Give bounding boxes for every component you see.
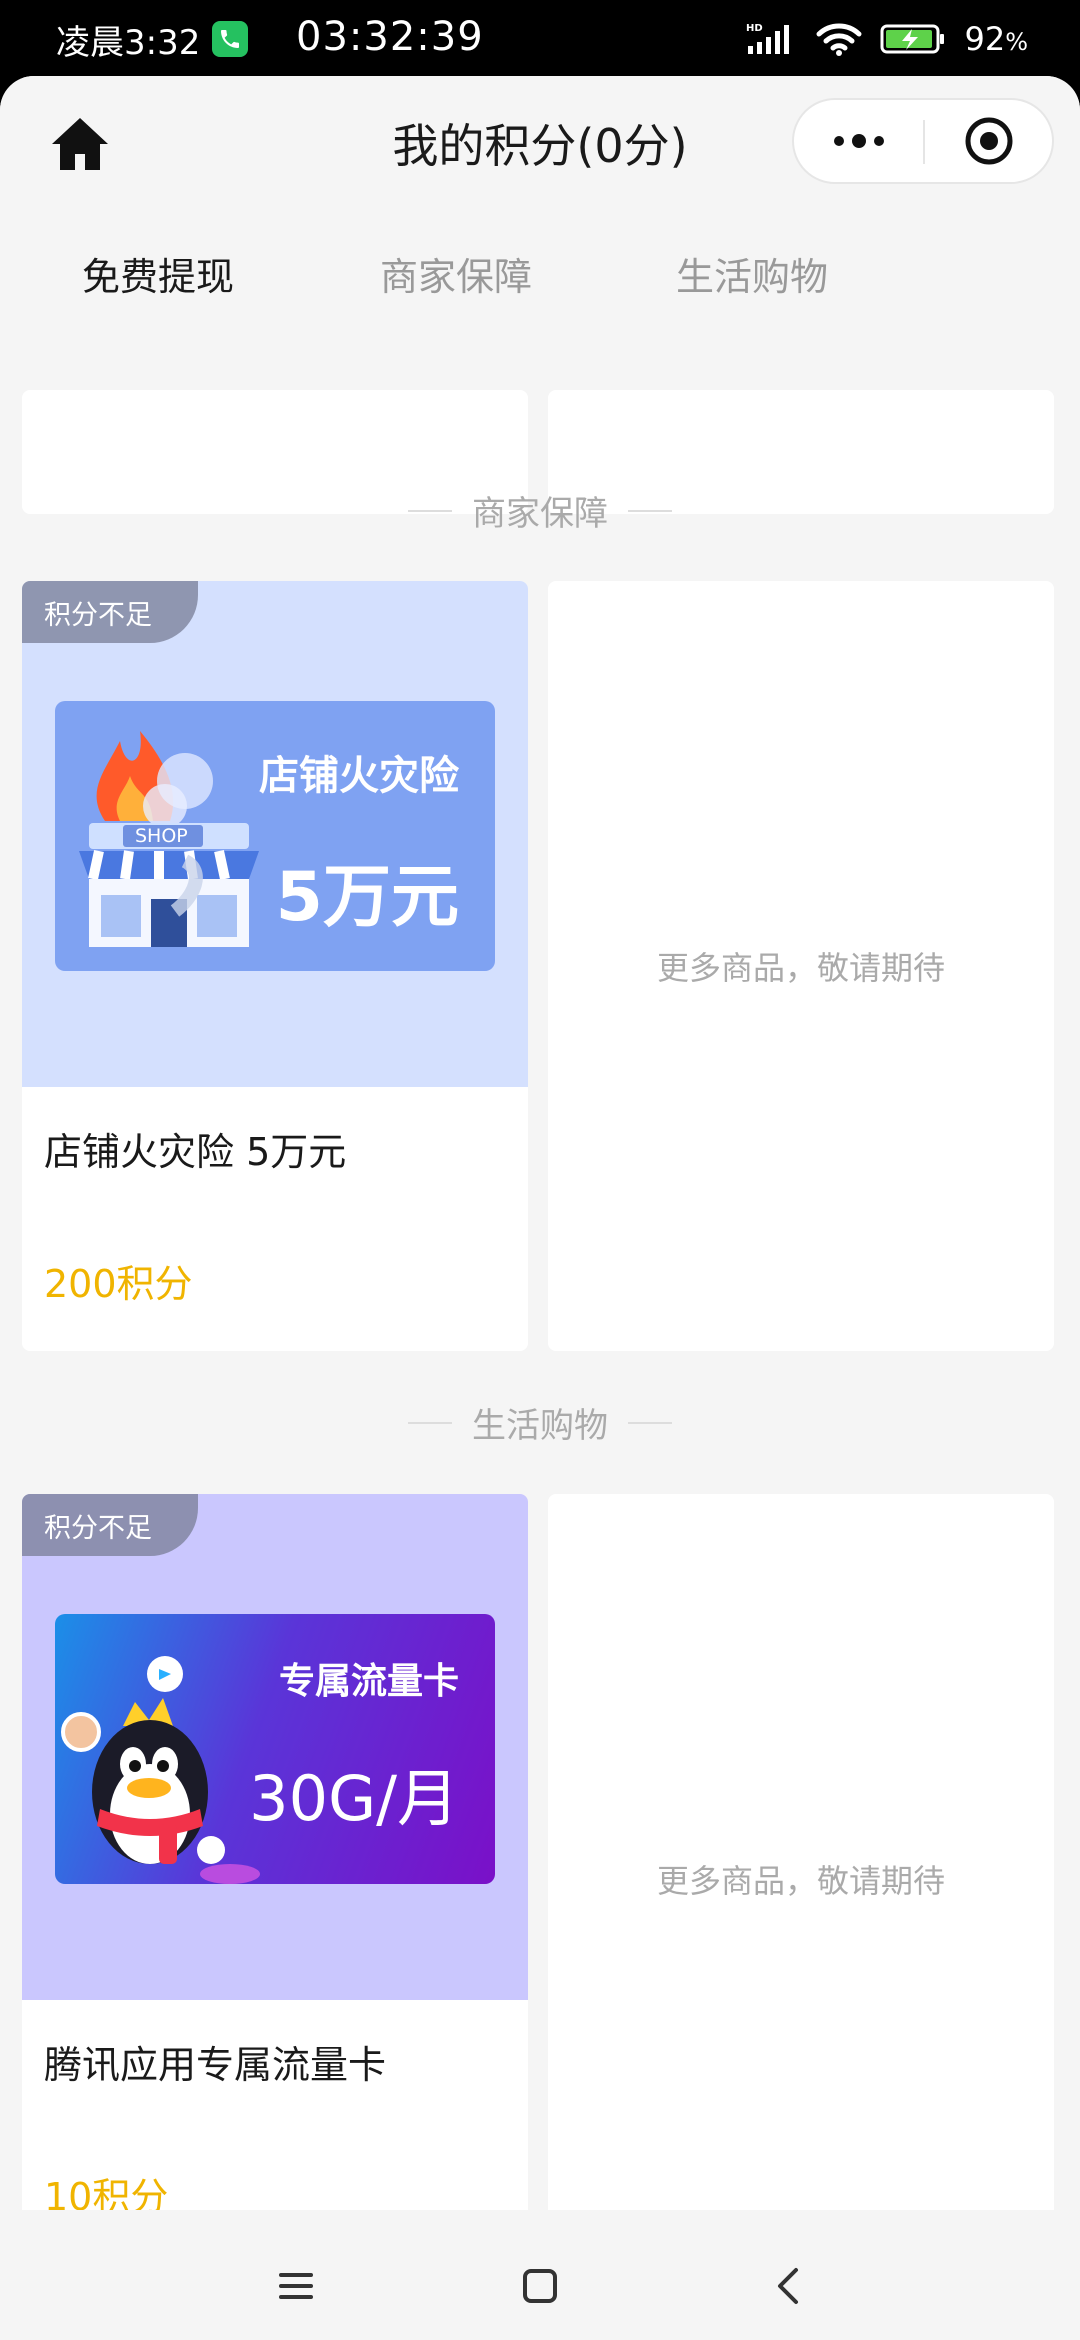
miniprogram-capsule: [792, 98, 1054, 184]
close-button[interactable]: [925, 100, 1052, 182]
signal-icon: HD: [746, 23, 790, 54]
status-bar: 凌晨3:32 03:32:39 HD 92%: [0, 0, 1080, 78]
qq-penguin-illustration: [61, 1656, 260, 1884]
battery-icon: [880, 24, 945, 54]
product-image: SHOP 店铺火灾险 5万元 积分不足: [22, 581, 528, 1087]
section-title: 生活购物: [0, 1398, 1080, 1447]
product-name: 腾讯应用专属流量卡: [44, 2043, 387, 2087]
status-clock: 03:32:39: [296, 14, 484, 60]
insufficient-points-badge: 积分不足: [22, 581, 198, 643]
banner-amount: 5万元: [275, 858, 459, 937]
menu-icon: [279, 2273, 313, 2299]
placeholder-card: 更多商品，敬请期待: [548, 581, 1054, 1351]
svg-text:HD: HD: [746, 23, 763, 34]
product-image: 专属流量卡 30G/月 积分不足: [22, 1494, 528, 2000]
wifi-icon: [816, 23, 862, 56]
status-left: 凌晨3:32: [56, 16, 249, 63]
more-button[interactable]: [794, 100, 924, 182]
menu-button[interactable]: [266, 2256, 326, 2316]
home-nav-button[interactable]: [510, 2256, 570, 2316]
status-time: 凌晨3:32: [56, 22, 201, 63]
square-home-icon: [523, 2269, 557, 2303]
phone-call-icon: [212, 21, 249, 57]
divider-line: [408, 509, 452, 512]
insufficient-points-badge: 积分不足: [22, 1494, 198, 1556]
banner-title: 专属流量卡: [278, 1661, 459, 1702]
section-title-text: 生活购物: [472, 1406, 608, 1446]
divider-line: [628, 509, 672, 512]
banner-title: 店铺火灾险: [259, 753, 459, 799]
product-card[interactable]: 专属流量卡 30G/月 积分不足 腾讯应用专属流量卡 10积分: [22, 1494, 528, 2264]
more-dots-icon: [834, 134, 884, 148]
system-nav-bar: [0, 2210, 1080, 2340]
banner-shop-sign: SHOP: [135, 825, 188, 847]
close-target-icon: [965, 117, 1012, 165]
coming-soon-text: 更多商品，敬请期待: [656, 1862, 945, 1900]
category-tabs: 免费提现 商家保障 生活购物: [0, 206, 1080, 421]
battery-level: 92%: [964, 20, 1028, 58]
tab-life-shopping[interactable]: 生活购物: [676, 246, 828, 301]
section-title: 商家保障: [0, 486, 1080, 535]
back-chevron-icon: [778, 2268, 798, 2304]
divider-line: [408, 1421, 452, 1424]
placeholder-card: 更多商品，敬请期待: [548, 1494, 1054, 2264]
product-name: 店铺火灾险 5万元: [44, 1130, 347, 1174]
banner-amount: 30G/月: [249, 1762, 459, 1835]
product-card[interactable]: SHOP 店铺火灾险 5万元 积分不足 店铺火灾险 5万元 200积分: [22, 581, 528, 1351]
back-nav-button[interactable]: [758, 2256, 818, 2316]
status-right: HD 92%: [746, 16, 1028, 62]
tab-merchant-guarantee[interactable]: 商家保障: [380, 246, 532, 301]
coming-soon-text: 更多商品，敬请期待: [656, 949, 945, 987]
product-banner: SHOP 店铺火灾险 5万元: [55, 701, 495, 971]
product-price: 200积分: [44, 1262, 193, 1306]
tab-free-withdraw[interactable]: 免费提现: [82, 246, 234, 301]
nav-header: 我的积分(0分): [0, 76, 1080, 206]
app-page: 我的积分(0分) 免费提现 商家保障 生活购物 商家保障 SHOP 店铺火灾险 …: [0, 76, 1080, 2340]
divider-line: [628, 1421, 672, 1424]
product-banner: 专属流量卡 30G/月: [55, 1614, 495, 1884]
section-title-text: 商家保障: [472, 494, 608, 534]
